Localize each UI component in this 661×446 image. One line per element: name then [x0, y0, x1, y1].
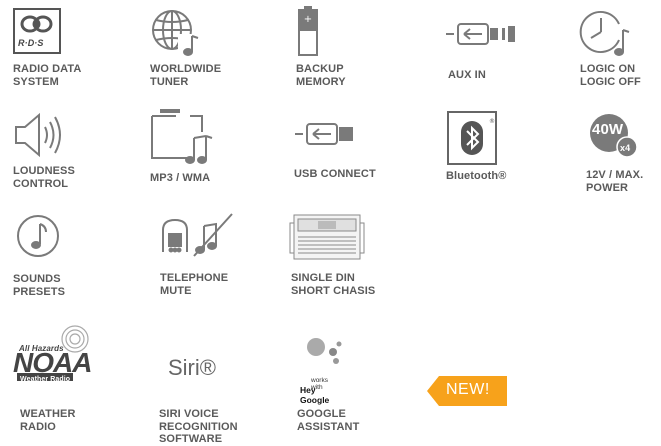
power-badge-watts: 40W — [592, 121, 624, 138]
noaa-logo-main: NOAA — [13, 347, 92, 378]
sounds-label: SOUNDS PRESETS — [13, 273, 66, 298]
rds-logo-text: R·D·S — [18, 38, 44, 48]
telephone-label: TELEPHONE MUTE — [160, 272, 229, 297]
power-badge-multiplier: x4 — [620, 143, 631, 153]
noaa-logo-sub: Weather Radio — [20, 376, 71, 383]
bluetooth-icon: ® — [447, 111, 497, 165]
bluetooth-label: Bluetooth® — [446, 170, 507, 182]
google-assistant-icon — [306, 337, 346, 367]
telephone-mute-icon — [160, 212, 236, 258]
battery-icon: + — [298, 6, 318, 56]
usb-label: USB CONNECT — [294, 168, 376, 180]
weather-label: WEATHER RADIO — [20, 408, 76, 433]
folder-music-icon — [150, 108, 216, 166]
din-label: SINGLE DIN SHORT CHASIS — [291, 272, 376, 297]
aux-label: AUX IN — [448, 69, 486, 81]
svg-text:+: + — [304, 14, 312, 25]
logic-label: LOGIC ON LOGIC OFF — [580, 63, 641, 88]
google-hey-google: Hey Google — [300, 385, 330, 405]
rds-label: RADIO DATA SYSTEM — [13, 63, 82, 88]
single-din-radio-icon — [288, 213, 366, 265]
worldwide-label: WORLDWIDE TUNER — [150, 63, 222, 88]
backup-label: BACKUP MEMORY — [296, 63, 346, 88]
new-badge-text: NEW! — [446, 381, 490, 398]
svg-text:®: ® — [489, 118, 495, 125]
aux-plug-icon — [444, 22, 518, 46]
siri-label: SIRI VOICE RECOGNITION SOFTWARE — [159, 408, 238, 445]
globe-music-icon — [150, 8, 200, 56]
music-note-circle-icon — [16, 214, 60, 258]
clock-music-icon — [579, 10, 631, 58]
speaker-icon — [13, 112, 63, 158]
siri-logo-text: Siri® — [168, 355, 216, 380]
mp3-label: MP3 / WMA — [150, 172, 211, 184]
usb-plug-icon — [293, 122, 359, 146]
google-label: GOOGLE ASSISTANT — [297, 408, 360, 433]
loudness-label: LOUDNESS CONTROL — [13, 165, 75, 190]
power-label: 12V / MAX. POWER — [586, 169, 644, 194]
